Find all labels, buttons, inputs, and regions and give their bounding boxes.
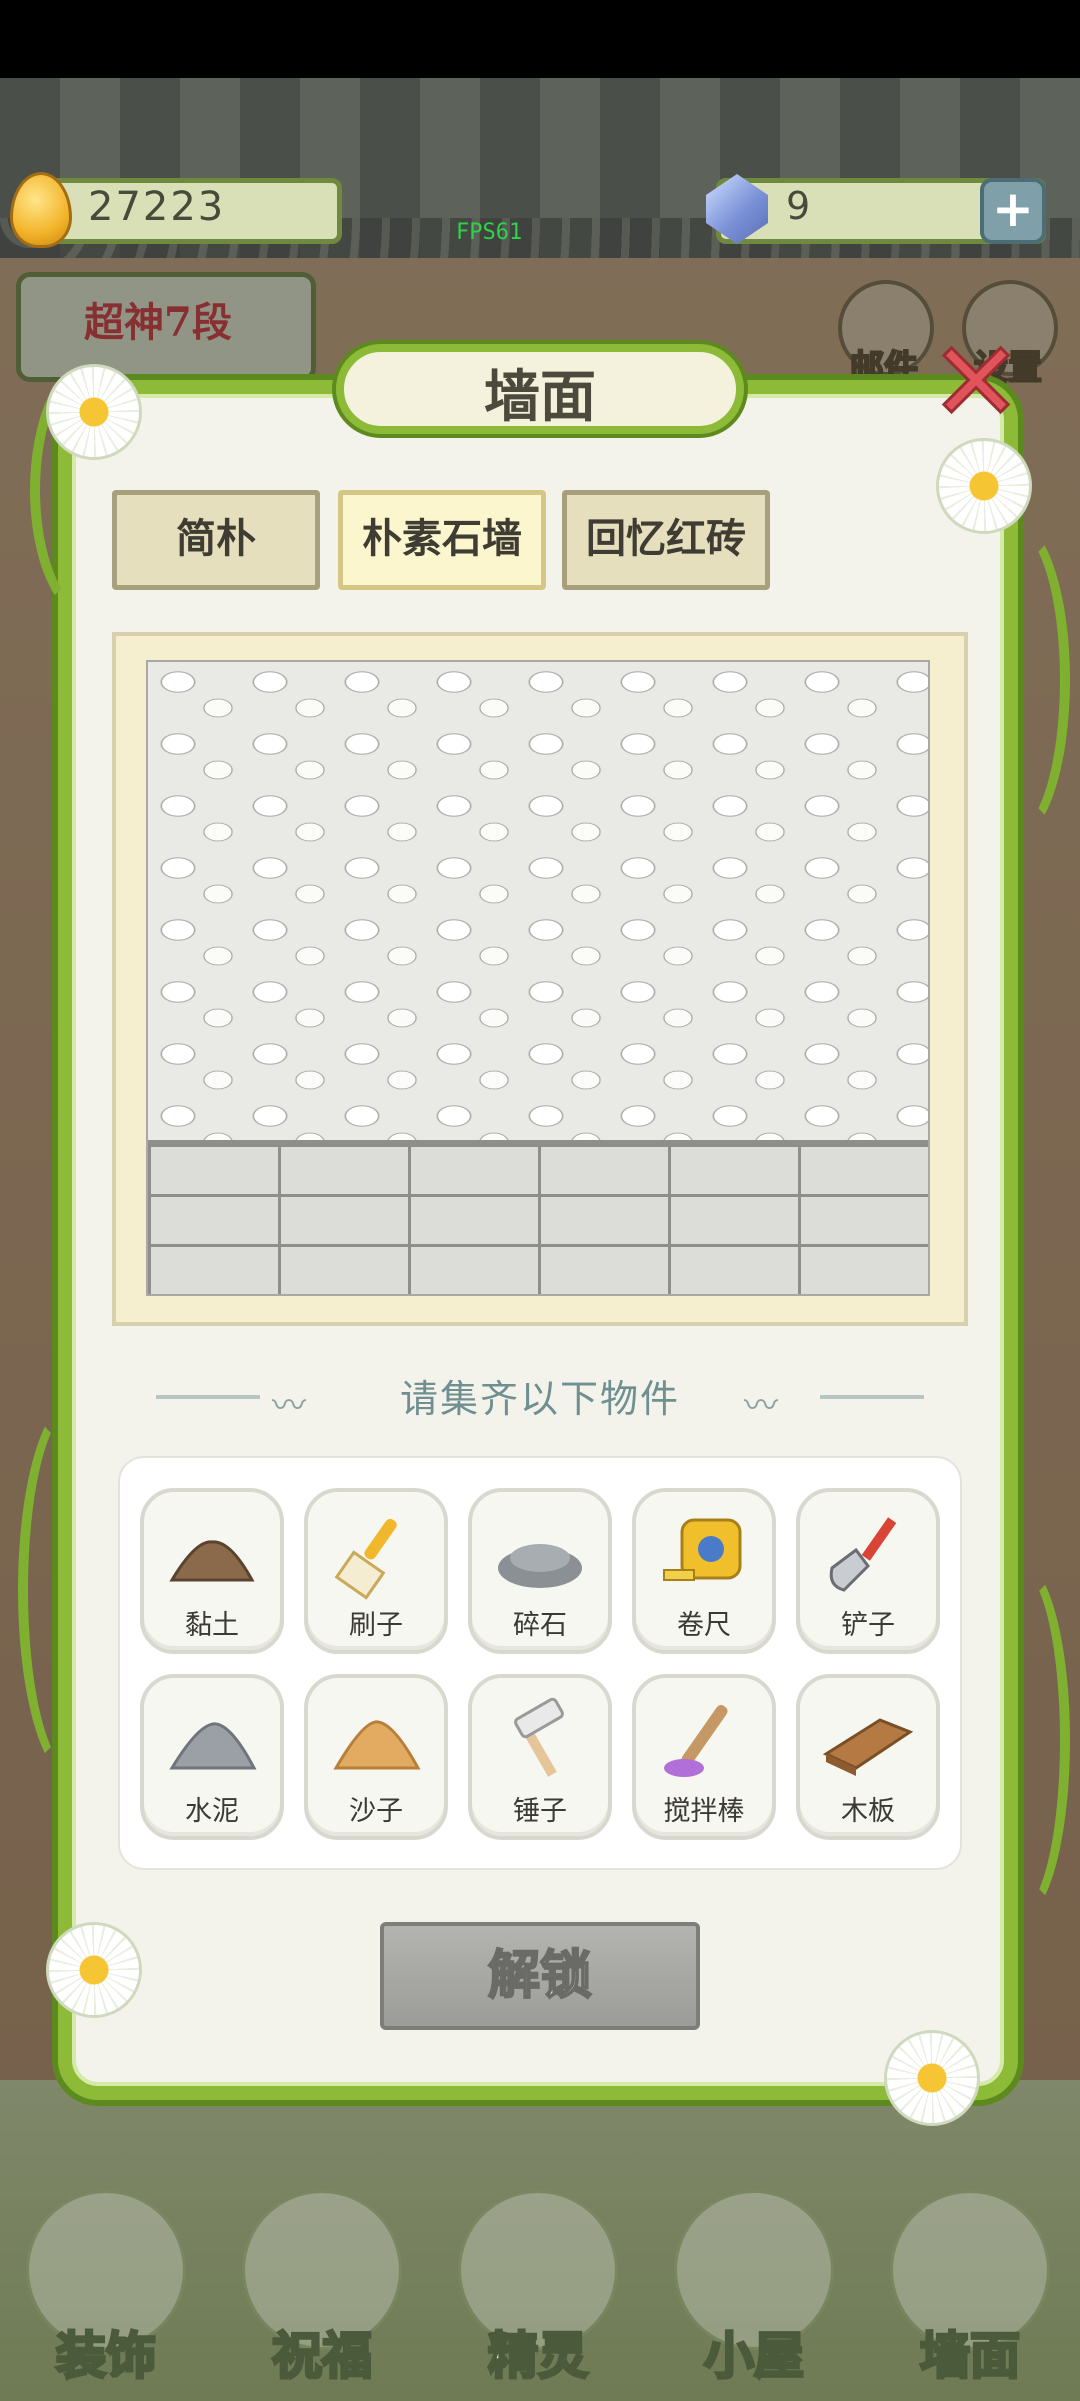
collect-title: 请集齐以下物件: [399, 1377, 680, 1421]
clay-icon: [169, 1540, 255, 1582]
item-brush[interactable]: 刷子: [304, 1488, 448, 1654]
gravel-icon: [498, 1544, 582, 1588]
hammer-icon: [514, 1697, 564, 1777]
divider-line: [156, 1395, 260, 1399]
item-label: 木板: [841, 1796, 895, 1827]
item-sand[interactable]: 沙子: [304, 1674, 448, 1840]
tab-stone-wall[interactable]: 朴素石墙: [338, 490, 546, 590]
daisy-icon: [884, 2030, 980, 2126]
vine-decoration: [18, 1400, 128, 1780]
nav-label: 祝福: [271, 2326, 374, 2387]
stir-stick-icon: [664, 1705, 728, 1777]
brush-icon: [334, 1518, 397, 1600]
add-gems-button[interactable]: +: [980, 178, 1046, 244]
nav-label: 墙面: [919, 2326, 1022, 2387]
item-label: 碎石: [513, 1610, 567, 1641]
modal-title: 墙面: [484, 365, 596, 430]
nav-label: 精灵: [487, 2326, 590, 2387]
item-label: 沙子: [349, 1796, 403, 1827]
shovel-icon: [829, 1517, 897, 1592]
item-clay[interactable]: 黏土: [140, 1488, 284, 1654]
vine-decoration: [960, 520, 1070, 840]
tab-red-brick[interactable]: 回忆红砖: [562, 490, 770, 590]
nav-wall[interactable]: 墙面: [870, 2180, 1070, 2401]
item-shovel[interactable]: 铲子: [796, 1488, 940, 1654]
item-label: 搅拌棒: [663, 1796, 745, 1827]
unlock-button[interactable]: 解锁: [380, 1922, 700, 2030]
vine-decoration: [970, 1560, 1070, 1920]
item-label: 锤子: [513, 1796, 567, 1827]
nav-label: 装饰: [55, 2326, 158, 2387]
daisy-icon: [46, 1922, 142, 2018]
item-hammer[interactable]: 锤子: [468, 1674, 612, 1840]
nav-blessing[interactable]: 祝福: [222, 2180, 422, 2401]
item-label: 铲子: [841, 1610, 895, 1641]
stone-wall-preview: [146, 660, 930, 1296]
fps-counter: FPS61: [456, 220, 523, 245]
daisy-icon: [936, 438, 1032, 534]
swirl-icon: 〰: [744, 1386, 778, 1426]
item-wood-plank[interactable]: 木板: [796, 1674, 940, 1840]
status-bar: [0, 0, 1080, 78]
item-label: 黏土: [185, 1610, 239, 1641]
tab-simple[interactable]: 简朴: [112, 490, 320, 590]
nav-house[interactable]: 小屋: [654, 2180, 854, 2401]
item-gravel[interactable]: 碎石: [468, 1488, 612, 1654]
item-tape-measure[interactable]: 卷尺: [632, 1488, 776, 1654]
close-icon[interactable]: ✕: [929, 326, 1024, 439]
tape-measure-icon: [663, 1518, 742, 1581]
item-cement[interactable]: 水泥: [140, 1674, 284, 1840]
item-stir-stick[interactable]: 搅拌棒: [632, 1674, 776, 1840]
item-label: 刷子: [349, 1610, 403, 1641]
item-label: 水泥: [185, 1796, 239, 1827]
item-label: 卷尺: [677, 1610, 731, 1641]
divider-line: [820, 1395, 924, 1399]
nav-label: 小屋: [703, 2326, 806, 2387]
nav-decoration[interactable]: 装饰: [6, 2180, 206, 2401]
wood-plank-icon: [822, 1718, 914, 1776]
cement-icon: [169, 1722, 257, 1770]
nav-fairy[interactable]: 精灵: [438, 2180, 638, 2401]
sand-icon: [333, 1720, 421, 1770]
coin-value: 27223: [88, 184, 226, 230]
gem-value: 9: [786, 184, 811, 228]
daisy-icon: [46, 364, 142, 460]
